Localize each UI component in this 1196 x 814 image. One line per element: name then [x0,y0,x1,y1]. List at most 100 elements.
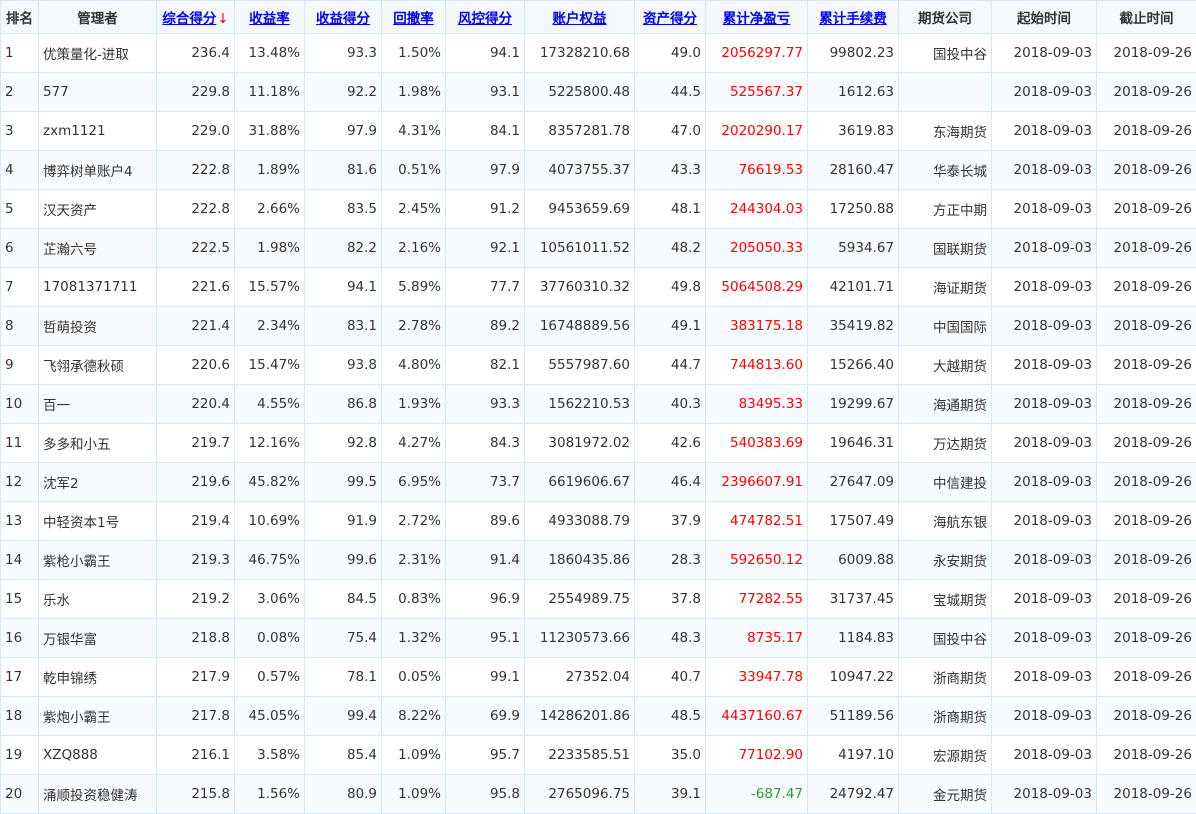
cell-manager: 紫枪小霸王 [39,541,157,580]
cell-asset-score: 46.4 [635,463,706,502]
cell-manager: 乐水 [39,580,157,619]
cell-fees: 31737.45 [808,580,899,619]
cell-return-score: 99.6 [305,541,382,580]
cell-rank: 15 [1,580,39,619]
column-header-return-score[interactable]: 收益得分 [305,1,382,34]
cell-start: 2018-09-03 [992,463,1097,502]
cell-asset-score: 43.3 [635,151,706,190]
cell-start: 2018-09-03 [992,151,1097,190]
cell-drawdown: 4.80% [382,346,446,385]
cell-return-rate: 0.08% [235,619,305,658]
cell-return-rate: 2.66% [235,190,305,229]
cell-total-score: 221.4 [157,307,235,346]
cell-net-pnl: 244304.03 [706,190,808,229]
cell-manager: 沈军2 [39,463,157,502]
cell-broker: 东海期货 [899,112,992,151]
cell-asset-score: 47.0 [635,112,706,151]
column-header-fees[interactable]: 累计手续费 [808,1,899,34]
cell-total-score: 218.8 [157,619,235,658]
cell-return-score: 86.8 [305,385,382,424]
column-header-label: 管理者 [77,11,118,27]
cell-asset-score: 37.9 [635,502,706,541]
cell-fees: 35419.82 [808,307,899,346]
cell-return-rate: 1.89% [235,151,305,190]
cell-return-rate: 45.05% [235,697,305,736]
cell-return-rate: 15.57% [235,268,305,307]
cell-drawdown: 1.09% [382,775,446,814]
cell-broker: 永安期货 [899,541,992,580]
cell-rank: 7 [1,268,39,307]
cell-drawdown: 0.83% [382,580,446,619]
cell-rank: 19 [1,736,39,775]
cell-equity: 10561011.52 [525,229,635,268]
cell-return-rate: 31.88% [235,112,305,151]
column-header-label: 截止时间 [1120,11,1174,27]
cell-asset-score: 48.1 [635,190,706,229]
cell-end: 2018-09-26 [1097,541,1196,580]
table-row: 9飞翎承德秋硕220.615.47%93.84.80%82.15557987.6… [1,346,1196,385]
cell-end: 2018-09-26 [1097,775,1196,814]
cell-fees: 28160.47 [808,151,899,190]
cell-start: 2018-09-03 [992,307,1097,346]
column-header-broker: 期货公司 [899,1,992,34]
table-row: 19XZQ888216.13.58%85.41.09%95.72233585.5… [1,736,1196,775]
cell-start: 2018-09-03 [992,580,1097,619]
cell-return-rate: 3.06% [235,580,305,619]
cell-return-score: 80.9 [305,775,382,814]
cell-broker: 浙商期货 [899,697,992,736]
cell-return-score: 94.1 [305,268,382,307]
cell-risk-score: 95.1 [446,619,525,658]
cell-start: 2018-09-03 [992,385,1097,424]
table-row: 3zxm1121229.031.88%97.94.31%84.18357281.… [1,112,1196,151]
cell-broker: 国联期货 [899,229,992,268]
cell-risk-score: 96.9 [446,580,525,619]
cell-fees: 27647.09 [808,463,899,502]
column-header-equity[interactable]: 账户权益 [525,1,635,34]
cell-fees: 17250.88 [808,190,899,229]
cell-broker: 中国国际 [899,307,992,346]
cell-rank: 5 [1,190,39,229]
column-header-total-score[interactable]: 综合得分↓ [157,1,235,34]
cell-end: 2018-09-26 [1097,502,1196,541]
cell-risk-score: 89.2 [446,307,525,346]
cell-broker: 宏源期货 [899,736,992,775]
cell-drawdown: 2.45% [382,190,446,229]
cell-equity: 37760310.32 [525,268,635,307]
cell-equity: 14286201.86 [525,697,635,736]
cell-rank: 14 [1,541,39,580]
cell-return-score: 99.4 [305,697,382,736]
cell-drawdown: 4.31% [382,112,446,151]
cell-end: 2018-09-26 [1097,424,1196,463]
cell-asset-score: 48.5 [635,697,706,736]
cell-drawdown: 6.95% [382,463,446,502]
column-header-rank: 排名 [1,1,39,34]
cell-drawdown: 1.98% [382,73,446,112]
cell-drawdown: 1.09% [382,736,446,775]
column-header-net-pnl[interactable]: 累计净盈亏 [706,1,808,34]
column-header-drawdown[interactable]: 回撤率 [382,1,446,34]
cell-fees: 6009.88 [808,541,899,580]
cell-drawdown: 8.22% [382,697,446,736]
cell-start: 2018-09-03 [992,424,1097,463]
cell-net-pnl: 540383.69 [706,424,808,463]
cell-fees: 19299.67 [808,385,899,424]
cell-equity: 5557987.60 [525,346,635,385]
cell-fees: 1612.63 [808,73,899,112]
cell-manager: 17081371711 [39,268,157,307]
cell-net-pnl: 77282.55 [706,580,808,619]
cell-asset-score: 42.6 [635,424,706,463]
table-row: 2577229.811.18%92.21.98%93.15225800.4844… [1,73,1196,112]
cell-manager: 中轻资本1号 [39,502,157,541]
table-row: 717081371711221.615.57%94.15.89%77.73776… [1,268,1196,307]
cell-broker: 中信建投 [899,463,992,502]
cell-manager: 汉天资产 [39,190,157,229]
table-row: 6芷瀚六号222.51.98%82.22.16%92.110561011.524… [1,229,1196,268]
column-header-risk-score[interactable]: 风控得分 [446,1,525,34]
cell-risk-score: 93.3 [446,385,525,424]
cell-total-score: 222.8 [157,190,235,229]
column-header-asset-score[interactable]: 资产得分 [635,1,706,34]
cell-risk-score: 91.4 [446,541,525,580]
cell-drawdown: 4.27% [382,424,446,463]
column-header-label: 累计手续费 [819,11,887,27]
column-header-return-rate[interactable]: 收益率 [235,1,305,34]
